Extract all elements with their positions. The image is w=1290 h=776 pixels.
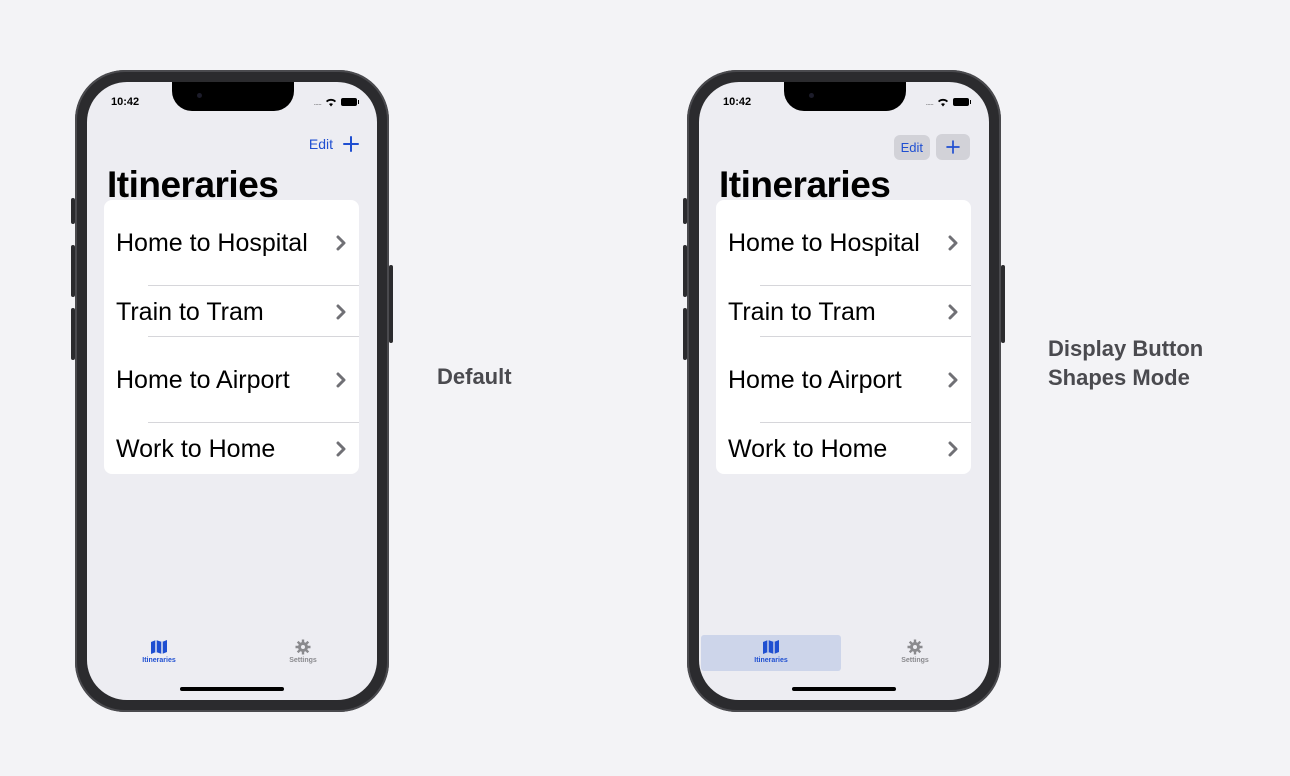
list-item-label: Home to Hospital bbox=[116, 229, 308, 257]
list-item[interactable]: Train to Tram bbox=[104, 286, 359, 337]
wifi-icon bbox=[326, 98, 336, 107]
phone-button-shapes: 10:42 ..... Edit Itineraries Home to Hos… bbox=[683, 70, 1005, 712]
tab-label: Settings bbox=[901, 657, 929, 664]
volume-up-button bbox=[683, 245, 687, 297]
home-indicator[interactable] bbox=[180, 687, 284, 691]
power-button bbox=[389, 265, 393, 343]
wifi-icon bbox=[938, 98, 948, 107]
caption-button-shapes: Display Button Shapes Mode bbox=[1048, 336, 1204, 390]
volume-down-button bbox=[71, 308, 75, 360]
tab-label: Itineraries bbox=[142, 657, 176, 664]
list-item[interactable]: Home to Airport bbox=[716, 337, 971, 423]
home-indicator[interactable] bbox=[792, 687, 896, 691]
notch bbox=[172, 82, 294, 111]
tab-settings[interactable]: Settings bbox=[845, 635, 985, 671]
list-item[interactable]: Home to Airport bbox=[104, 337, 359, 423]
tab-label: Itineraries bbox=[754, 657, 788, 664]
plus-icon[interactable] bbox=[341, 134, 361, 154]
tab-bar: Itineraries Settings bbox=[699, 635, 989, 675]
list-item-label: Train to Tram bbox=[728, 297, 876, 326]
tab-bar: Itineraries Settings bbox=[87, 635, 377, 675]
edit-button[interactable]: Edit bbox=[309, 136, 333, 152]
edit-button[interactable]: Edit bbox=[893, 134, 930, 160]
battery-icon bbox=[953, 98, 971, 106]
map-icon bbox=[151, 640, 167, 654]
volume-down-button bbox=[683, 308, 687, 360]
list-item[interactable]: Work to Home bbox=[104, 423, 359, 474]
itinerary-list: Home to Hospital Train to Tram Home to A… bbox=[716, 200, 971, 474]
chevron-right-icon bbox=[336, 441, 346, 456]
cellular-signal-icon: ..... bbox=[925, 96, 933, 107]
list-item-label: Home to Hospital bbox=[728, 229, 920, 257]
map-icon bbox=[763, 640, 779, 654]
notch bbox=[784, 82, 906, 111]
tab-itineraries[interactable]: Itineraries bbox=[89, 635, 229, 671]
list-item-label: Home to Airport bbox=[116, 366, 290, 394]
chevron-right-icon bbox=[336, 235, 346, 251]
status-time: 10:42 bbox=[723, 96, 752, 108]
itinerary-list: Home to Hospital Train to Tram Home to A… bbox=[104, 200, 359, 474]
status-time: 10:42 bbox=[111, 96, 140, 108]
tab-itineraries[interactable]: Itineraries bbox=[701, 635, 841, 671]
list-item[interactable]: Home to Hospital bbox=[716, 200, 971, 286]
list-item-label: Work to Home bbox=[116, 434, 276, 463]
chevron-right-icon bbox=[948, 304, 958, 319]
camera bbox=[197, 93, 202, 98]
battery-icon bbox=[341, 98, 359, 106]
status-indicators: ..... bbox=[925, 96, 971, 108]
list-item-label: Work to Home bbox=[728, 434, 888, 463]
list-item-label: Train to Tram bbox=[116, 297, 264, 326]
chevron-right-icon bbox=[336, 304, 346, 319]
add-button[interactable] bbox=[936, 134, 970, 160]
chevron-right-icon bbox=[948, 441, 958, 456]
chevron-right-icon bbox=[948, 235, 958, 251]
tab-label: Settings bbox=[289, 657, 317, 664]
volume-up-button bbox=[71, 245, 75, 297]
mute-switch bbox=[683, 198, 687, 224]
list-item[interactable]: Work to Home bbox=[716, 423, 971, 474]
gear-icon bbox=[907, 639, 923, 655]
status-indicators: ..... bbox=[313, 96, 359, 108]
tab-settings[interactable]: Settings bbox=[233, 635, 373, 671]
list-item-label: Home to Airport bbox=[728, 366, 902, 394]
list-item[interactable]: Home to Hospital bbox=[104, 200, 359, 286]
gear-icon bbox=[295, 639, 311, 655]
caption-default: Default bbox=[437, 364, 512, 389]
phone-screen: 10:42 ..... Edit Itineraries Home to Hos… bbox=[699, 82, 989, 700]
plus-icon bbox=[945, 139, 962, 156]
list-item[interactable]: Train to Tram bbox=[716, 286, 971, 337]
phone-screen: 10:42 ..... Edit Itineraries Home to Hos… bbox=[87, 82, 377, 700]
chevron-right-icon bbox=[336, 372, 346, 388]
camera bbox=[809, 93, 814, 98]
power-button bbox=[1001, 265, 1005, 343]
chevron-right-icon bbox=[948, 372, 958, 388]
phone-default: 10:42 ..... Edit Itineraries Home to Hos… bbox=[71, 70, 393, 712]
mute-switch bbox=[71, 198, 75, 224]
navigation-bar: Edit bbox=[309, 134, 361, 154]
cellular-signal-icon: ..... bbox=[313, 96, 321, 107]
navigation-bar: Edit bbox=[893, 134, 970, 160]
